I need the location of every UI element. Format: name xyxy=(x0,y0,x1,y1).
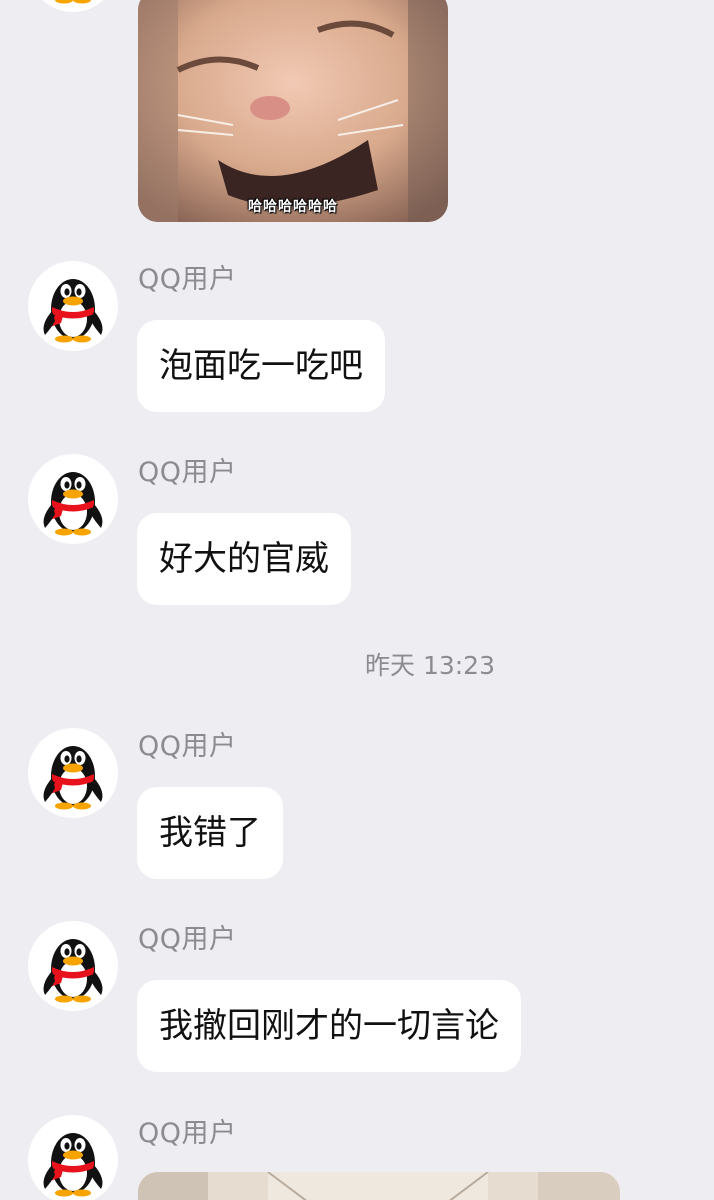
sender-name: QQ用户 xyxy=(138,264,237,295)
sender-name: QQ用户 xyxy=(138,1118,237,1149)
qq-penguin-avatar-icon[interactable] xyxy=(28,728,118,818)
message-bubble[interactable]: 泡面吃一吃吧 xyxy=(137,320,385,412)
message-timestamp: 昨天 13:23 xyxy=(365,651,495,680)
sender-name: QQ用户 xyxy=(138,924,237,955)
qq-penguin-avatar-icon[interactable] xyxy=(28,0,118,12)
qq-penguin-avatar-icon[interactable] xyxy=(28,261,118,351)
message-bubble[interactable]: 好大的官威 xyxy=(137,513,351,605)
sender-name: QQ用户 xyxy=(138,731,237,762)
chat-message-list[interactable]: 哈哈哈哈哈哈 QQ用户 泡面吃一吃吧 QQ用户 好大的官威 昨天 13:23 Q… xyxy=(0,0,714,1200)
message-bubble[interactable]: 我撤回刚才的一切言论 xyxy=(137,980,521,1072)
room-photo[interactable] xyxy=(138,1172,620,1200)
sticker-caption: 哈哈哈哈哈哈 xyxy=(248,199,338,215)
message-bubble[interactable]: 我错了 xyxy=(137,787,283,879)
qq-penguin-avatar-icon[interactable] xyxy=(28,454,118,544)
qq-penguin-avatar-icon[interactable] xyxy=(28,921,118,1011)
sender-name: QQ用户 xyxy=(138,457,237,488)
laughing-cat-sticker[interactable]: 哈哈哈哈哈哈 xyxy=(138,0,448,222)
qq-penguin-avatar-icon[interactable] xyxy=(28,1115,118,1200)
